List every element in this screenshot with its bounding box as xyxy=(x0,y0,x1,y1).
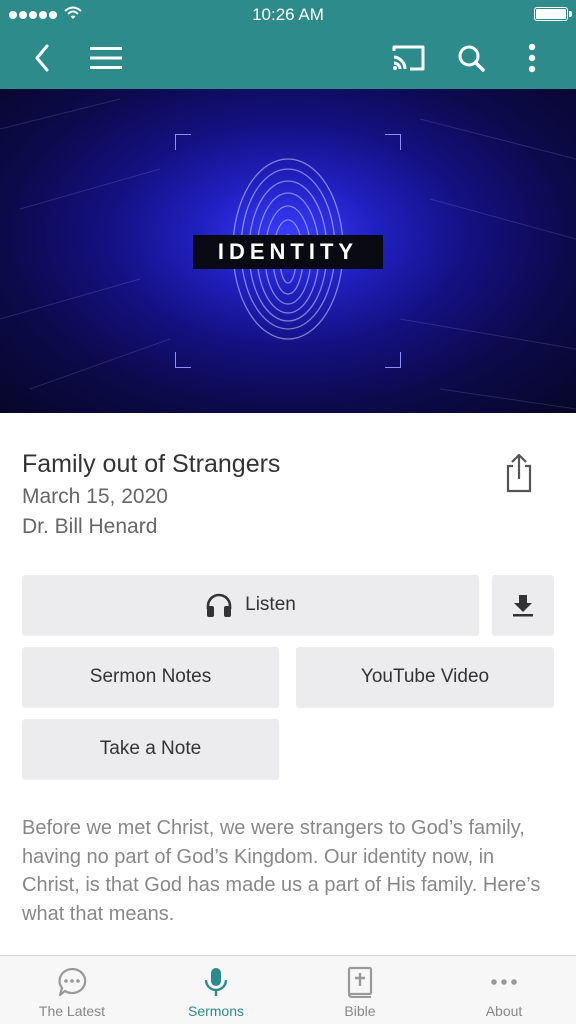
chat-bubble-icon xyxy=(58,967,87,997)
youtube-video-button[interactable]: YouTube Video xyxy=(296,647,554,707)
search-button[interactable] xyxy=(452,37,490,79)
status-time: 10:26 AM xyxy=(252,5,324,24)
bible-icon xyxy=(347,966,373,998)
listen-button[interactable]: Listen xyxy=(22,575,479,635)
sermon-notes-button[interactable]: Sermon Notes xyxy=(22,647,279,707)
artwork-title: IDENTITY xyxy=(193,235,383,269)
tab-bible[interactable]: Bible xyxy=(288,956,432,1024)
sermon-speaker: Dr. Bill Henard xyxy=(22,515,158,538)
share-button[interactable] xyxy=(500,452,538,494)
share-icon xyxy=(506,453,532,493)
bottom-tab-bar: The Latest Sermons Bible About xyxy=(0,955,576,1024)
tab-label-about: About xyxy=(485,1003,523,1019)
sermon-description: Before we met Christ, we were strangers … xyxy=(22,817,541,925)
tab-sermons[interactable]: Sermons xyxy=(144,956,288,1024)
download-icon xyxy=(513,595,533,617)
back-button[interactable] xyxy=(24,37,60,79)
cast-button[interactable] xyxy=(388,37,430,79)
sermon-notes-label: Sermon Notes xyxy=(89,666,212,687)
tab-label-the-latest: The Latest xyxy=(38,1003,106,1019)
app-header: 10:26 AM xyxy=(0,0,576,89)
status-bar: 10:26 AM xyxy=(0,0,576,30)
listen-label: Listen xyxy=(245,594,296,615)
search-icon xyxy=(458,45,485,72)
tab-about[interactable]: About xyxy=(432,956,576,1024)
sermon-title: Family out of Strangers xyxy=(22,450,281,478)
download-button[interactable] xyxy=(492,575,554,635)
youtube-video-label: YouTube Video xyxy=(360,666,490,687)
more-vertical-icon xyxy=(528,43,536,73)
sermon-artwork[interactable]: IDENTITY xyxy=(0,89,576,413)
tab-label-sermons: Sermons xyxy=(187,1003,245,1019)
battery-icon xyxy=(534,7,572,21)
more-options-button[interactable] xyxy=(516,37,548,79)
cast-icon xyxy=(392,45,425,71)
sermon-date: March 15, 2020 xyxy=(22,485,168,508)
more-horizontal-icon xyxy=(491,979,517,985)
take-note-label: Take a Note xyxy=(99,738,202,759)
take-note-button[interactable]: Take a Note xyxy=(22,719,279,779)
microphone-icon xyxy=(204,968,228,996)
tab-label-bible: Bible xyxy=(344,1003,376,1019)
back-icon xyxy=(35,44,49,72)
tab-the-latest[interactable]: The Latest xyxy=(0,956,144,1024)
headphones-icon xyxy=(205,592,233,618)
menu-button[interactable] xyxy=(86,37,126,79)
menu-icon xyxy=(90,47,122,69)
